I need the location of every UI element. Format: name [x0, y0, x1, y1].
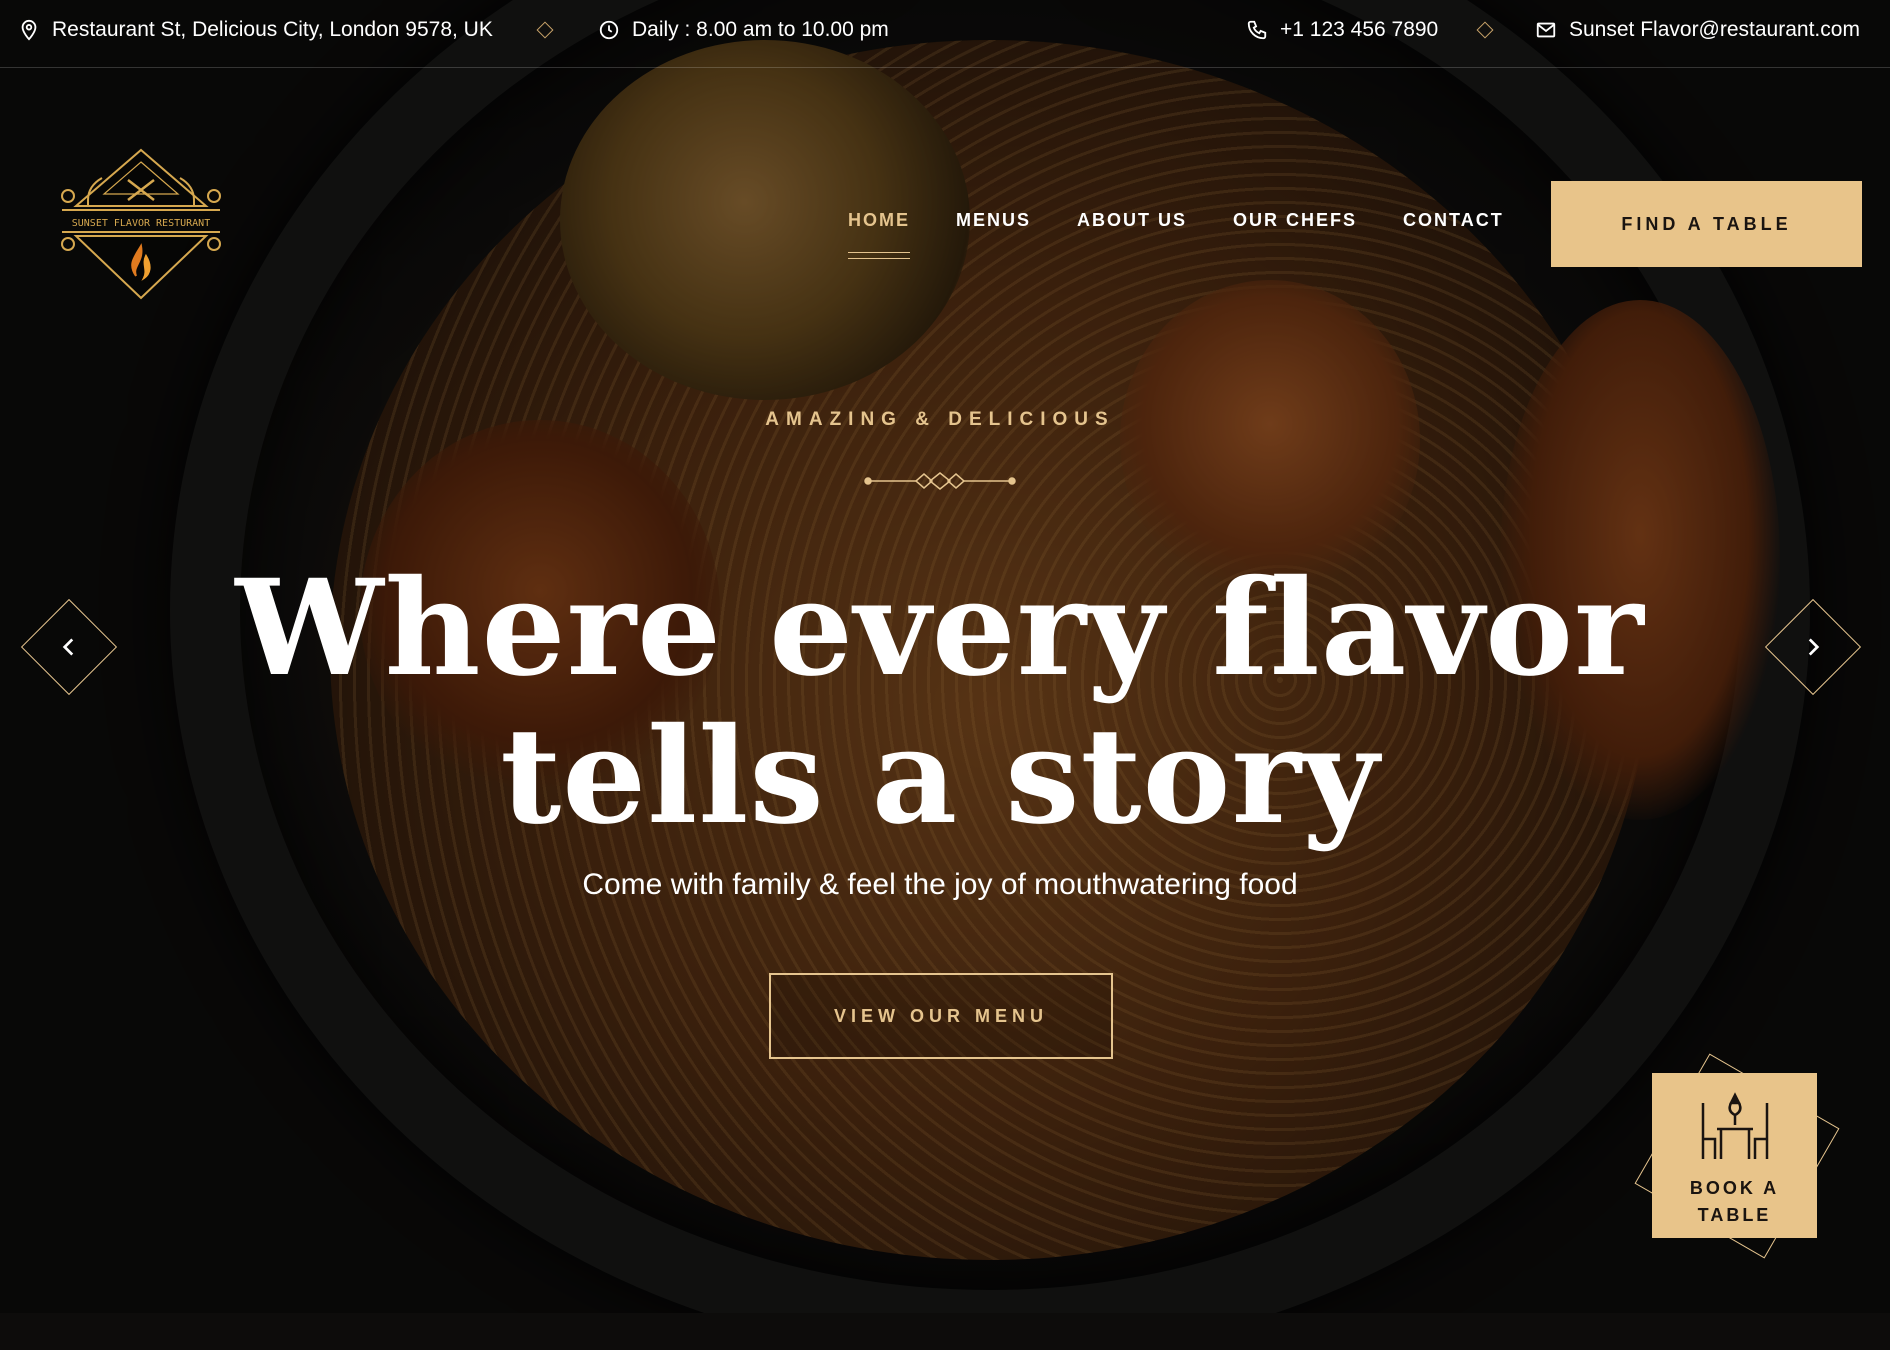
- view-our-menu-button[interactable]: VIEW OUR MENU: [769, 973, 1113, 1059]
- address-info: Restaurant St, Delicious City, London 95…: [18, 18, 493, 42]
- dining-table-icon: [1701, 1092, 1768, 1159]
- chevron-left-icon: [62, 638, 74, 656]
- logo-text: SUNSET FLAVOR RESTURANT: [72, 218, 210, 229]
- phone-info[interactable]: +1 123 456 7890: [1246, 18, 1438, 42]
- nav-item-contact[interactable]: CONTACT: [1403, 210, 1504, 231]
- nav-item-our-chefs[interactable]: OUR CHEFS: [1233, 210, 1357, 231]
- location-pin-icon: [21, 19, 37, 41]
- mail-icon: [1536, 22, 1556, 38]
- phone-text[interactable]: +1 123 456 7890: [1280, 18, 1438, 42]
- book-a-table-label: BOOK A TABLE: [1689, 1178, 1780, 1225]
- hero-subline: Come with family & feel the joy of mouth…: [582, 868, 1298, 901]
- top-info-bar: Restaurant St, Delicious City, London 95…: [0, 0, 1890, 68]
- headline-line-1: Where every flavor: [235, 551, 1645, 706]
- hours-text: Daily : 8.00 am to 10.00 pm: [632, 18, 889, 41]
- headline-line-2: tells a story: [500, 699, 1380, 854]
- phone-icon: [1247, 20, 1267, 40]
- clock-icon: [599, 20, 619, 40]
- hero-headline: Where every flavor tells a story: [0, 555, 1880, 851]
- bottom-strip: [0, 1313, 1890, 1350]
- book-a-table-button[interactable]: BOOK A TABLE: [1652, 1073, 1817, 1238]
- find-a-table-button[interactable]: FIND A TABLE: [1551, 181, 1862, 267]
- ornament-divider: [864, 472, 1016, 490]
- book-a-table-widget[interactable]: BOOK A TABLE: [1634, 1053, 1840, 1259]
- restaurant-logo[interactable]: SUNSET FLAVOR RESTURANT: [58, 148, 224, 306]
- nav-item-menus[interactable]: MENUS: [956, 210, 1031, 231]
- address-text: Restaurant St, Delicious City, London 95…: [52, 18, 493, 41]
- main-nav: HOME MENUS ABOUT US OUR CHEFS CONTACT: [848, 210, 1504, 259]
- separator-diamond: [536, 21, 554, 39]
- nav-item-about-us[interactable]: ABOUT US: [1077, 210, 1187, 231]
- chevron-right-icon: [1808, 638, 1820, 656]
- email-info[interactable]: Sunset Flavor@restaurant.com: [1535, 18, 1860, 42]
- separator-diamond: [1476, 21, 1494, 39]
- hours-info: Daily : 8.00 am to 10.00 pm: [598, 18, 889, 42]
- hero-tagline: AMAZING & DELICIOUS: [765, 409, 1115, 430]
- nav-item-home[interactable]: HOME: [848, 210, 910, 259]
- email-text[interactable]: Sunset Flavor@restaurant.com: [1569, 18, 1860, 42]
